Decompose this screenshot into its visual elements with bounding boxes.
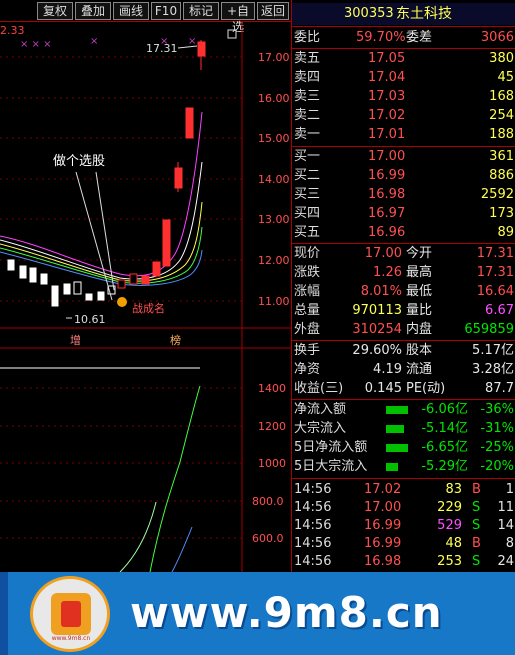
indicator-line-green <box>149 385 201 572</box>
quote-row-change: 涨跌 1.26 最高 17.31 <box>294 265 514 280</box>
stock-code: 300353 <box>344 6 394 21</box>
tick-row: 14:56 17.00 229 S 11 <box>294 500 514 515</box>
chart-toolbar: 复权 叠加 画线 F10 标记 +自选 返回 <box>0 0 291 34</box>
buy-row-4: 买四 16.97 173 <box>294 206 514 221</box>
f10-button[interactable]: F10 <box>151 2 181 20</box>
stock-header: 300353 东土科技 <box>292 3 515 25</box>
volume-grid <box>0 387 242 539</box>
stock-name: 东土科技 <box>396 6 452 22</box>
price-tick: 11.00 <box>258 295 290 308</box>
volume-tick: 600.0 <box>252 532 284 545</box>
tag-right: 榜 <box>170 333 181 347</box>
price-tick: 16.00 <box>258 92 290 105</box>
volume-tick: 1200 <box>258 420 286 433</box>
indicator-line-light <box>119 501 157 572</box>
candles <box>7 40 206 307</box>
buy-row-2: 买二 16.99 886 <box>294 168 514 183</box>
tag-left: 增 <box>70 333 81 347</box>
quote-panel: 300353 东土科技 委比 59.70% 委差 3066 卖五 17.05 380… <box>291 0 515 572</box>
logo-url: www.9m8.cn <box>51 635 91 642</box>
watermark-banner: www.9m8.cn www.9m8.cn <box>0 572 515 655</box>
flow-row: 5日净流入额 -6.65亿 -25% <box>294 440 514 455</box>
svg-text:×: × <box>188 36 196 47</box>
flow-bar <box>386 463 398 471</box>
weibi-row: 委比 59.70% 委差 3066 <box>294 30 514 45</box>
fuquan-button[interactable]: 复权 <box>37 2 73 20</box>
high-price-label: 17.31 <box>146 42 178 55</box>
tick-row: 14:56 16.99 48 B 8 <box>294 536 514 551</box>
price-grid <box>0 56 242 302</box>
draw-line-button[interactable]: 画线 <box>113 2 149 20</box>
ma-line-magenta <box>0 111 203 277</box>
expand-icon <box>227 29 237 39</box>
volume-tick: 1400 <box>258 382 286 395</box>
sell-row-3: 卖三 17.03 168 <box>294 89 514 104</box>
overlay-button[interactable]: 叠加 <box>75 2 111 20</box>
back-button[interactable]: 返回 <box>257 2 289 20</box>
price-tick: 14.00 <box>258 173 290 186</box>
annotation-arrow <box>75 171 113 301</box>
price-tick: 13.00 <box>258 213 290 226</box>
low-price-label: 10.61 <box>74 313 106 326</box>
add-watchlist-button[interactable]: +自选 <box>221 2 255 34</box>
price-tick: 12.00 <box>258 254 290 267</box>
fund-row-eps: 收益(三) 0.145 PE(动) 87.7 <box>294 381 514 396</box>
flow-bar <box>386 425 404 433</box>
flow-bar <box>386 406 408 414</box>
quote-row-pct: 涨幅 8.01% 最低 16.64 <box>294 284 514 299</box>
sell-row-5: 卖五 17.05 380 <box>294 51 514 66</box>
fund-row-net: 净资 4.19 流通 3.28亿 <box>294 362 514 377</box>
flow-bar <box>386 444 408 452</box>
sell-row-4: 卖四 17.04 45 <box>294 70 514 85</box>
kline-chart[interactable]: × × × × × × 2.33 17.31 10.61 做个选股 战成名 增 榜 … <box>0 22 291 572</box>
top-left-value: 2.33 <box>0 24 25 37</box>
quote-row-price: 现价 17.00 今开 17.31 <box>294 246 514 261</box>
signal-dot <box>117 297 127 307</box>
svg-text:× × ×: × × × <box>20 39 52 50</box>
tick-row: 14:56 17.02 83 B 1 <box>294 482 514 497</box>
fund-row-turnover: 换手 29.60% 股本 5.17亿 <box>294 343 514 358</box>
volume-axis: 1400 1200 1000 800.0 600.0 <box>252 382 286 545</box>
sell-row-2: 卖二 17.02 254 <box>294 108 514 123</box>
buy-row-3: 买三 16.98 2592 <box>294 187 514 202</box>
tick-row: 14:56 16.98 253 S 24 <box>294 554 514 569</box>
indicator-line-blue <box>171 526 193 572</box>
signal-label: 战成名 <box>132 301 165 315</box>
volume-tick: 1000 <box>258 457 286 470</box>
tick-row: 14:56 16.99 529 S 14 <box>294 518 514 533</box>
price-tick: 15.00 <box>258 132 290 145</box>
sell-row-1: 卖一 17.01 188 <box>294 127 514 142</box>
buy-row-1: 买一 17.00 361 <box>294 149 514 164</box>
watermark-url: www.9m8.cn <box>130 588 443 637</box>
price-axis: 17.00 16.00 15.00 14.00 13.00 12.00 11.0… <box>258 51 290 308</box>
flow-row: 净流入额 -6.06亿 -36% <box>294 402 514 417</box>
price-tick: 17.00 <box>258 51 290 64</box>
flow-row: 大宗流入 -5.14亿 -31% <box>294 421 514 436</box>
annotation-text: 做个选股 <box>53 154 105 169</box>
volume-tick: 800.0 <box>252 495 284 508</box>
site-logo: www.9m8.cn <box>30 576 110 652</box>
buy-row-5: 买五 16.96 89 <box>294 225 514 240</box>
quote-row-outer: 外盘 310254 内盘 659859 <box>294 322 514 337</box>
svg-text:×: × <box>90 36 98 47</box>
flow-row: 5日大宗流入 -5.29亿 -20% <box>294 459 514 474</box>
mark-button[interactable]: 标记 <box>183 2 219 20</box>
quote-row-volume: 总量 970113 量比 6.67 <box>294 303 514 318</box>
